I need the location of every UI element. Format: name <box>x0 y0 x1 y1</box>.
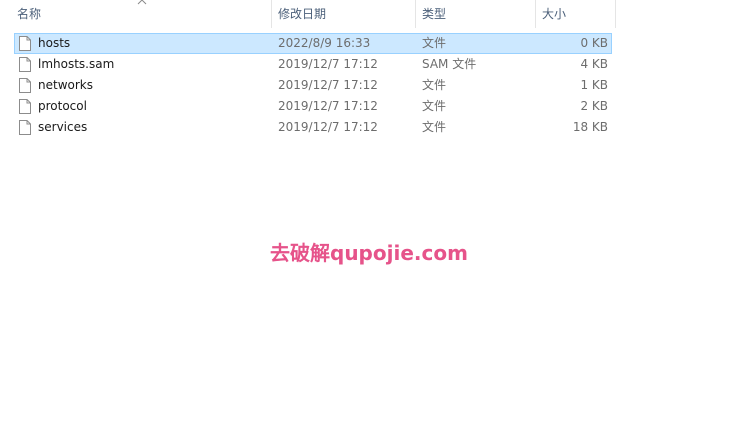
file-size: 4 KB <box>580 57 608 71</box>
file-row[interactable]: services 2019/12/7 17:12 文件 18 KB <box>14 117 612 138</box>
file-date: 2019/12/7 17:12 <box>278 120 378 134</box>
file-size: 0 KB <box>580 36 608 50</box>
file-row[interactable]: hosts 2022/8/9 16:33 文件 0 KB <box>14 33 612 54</box>
file-row[interactable]: lmhosts.sam 2019/12/7 17:12 SAM 文件 4 KB <box>14 54 612 75</box>
file-row[interactable]: protocol 2019/12/7 17:12 文件 2 KB <box>14 96 612 117</box>
file-name: hosts <box>38 36 71 50</box>
column-header-size[interactable]: 大小 <box>542 0 566 28</box>
file-type: 文件 <box>422 78 447 92</box>
file-icon <box>19 54 33 75</box>
column-divider[interactable] <box>271 0 272 28</box>
file-size: 18 KB <box>572 120 608 134</box>
column-divider[interactable] <box>415 0 416 28</box>
file-list: hosts 2022/8/9 16:33 文件 0 KB lmhosts.sam 2019… <box>14 33 612 138</box>
column-header-type[interactable]: 类型 <box>422 0 446 28</box>
file-size: 1 KB <box>580 78 608 92</box>
file-icon <box>19 96 33 117</box>
file-name: services <box>38 120 88 134</box>
file-type: 文件 <box>422 120 447 134</box>
file-type: SAM 文件 <box>422 57 477 71</box>
file-list-pane: 名称 修改日期 类型 大小 hosts 2022/8/9 16:33 文件 0 KB l… <box>0 0 738 448</box>
column-header-name[interactable]: 名称 <box>17 0 41 28</box>
file-icon <box>19 117 33 138</box>
file-date: 2019/12/7 17:12 <box>278 78 378 92</box>
watermark-text: 去破解qupojie.com <box>270 241 468 265</box>
file-name: protocol <box>38 99 87 113</box>
column-divider[interactable] <box>535 0 536 28</box>
file-icon <box>19 75 33 96</box>
file-date: 2019/12/7 17:12 <box>278 57 378 71</box>
file-row[interactable]: networks 2019/12/7 17:12 文件 1 KB <box>14 75 612 96</box>
sort-ascending-icon <box>137 0 147 5</box>
file-name: lmhosts.sam <box>38 57 115 71</box>
file-date: 2022/8/9 16:33 <box>278 36 371 50</box>
file-size: 2 KB <box>580 99 608 113</box>
file-icon <box>19 33 33 54</box>
column-header-bar: 名称 修改日期 类型 大小 <box>0 0 738 28</box>
file-date: 2019/12/7 17:12 <box>278 99 378 113</box>
file-name: networks <box>38 78 93 92</box>
file-type: 文件 <box>422 99 447 113</box>
column-divider[interactable] <box>615 0 616 28</box>
column-header-date[interactable]: 修改日期 <box>278 0 326 28</box>
file-type: 文件 <box>422 36 447 50</box>
